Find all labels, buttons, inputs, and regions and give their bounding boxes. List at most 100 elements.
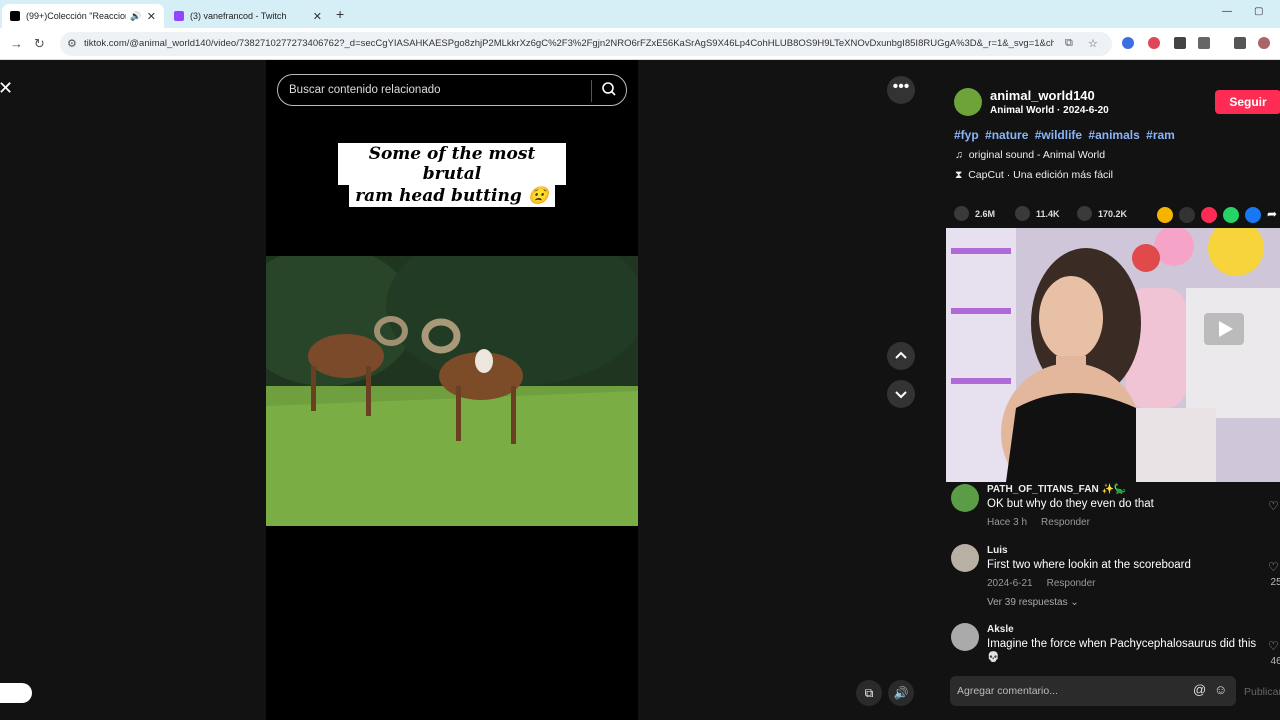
comment-heart-icon[interactable]: ♡ [1268, 560, 1279, 574]
minimize-icon[interactable]: — [1222, 6, 1232, 17]
save-stat[interactable]: 170.2K [1077, 206, 1127, 221]
twitch-icon [174, 11, 184, 21]
send-icon[interactable] [1201, 207, 1217, 223]
site-info-icon[interactable]: ⚙ [67, 37, 77, 50]
comment-like-count: 25.8 [1270, 577, 1280, 588]
whatsapp-icon[interactable] [1223, 207, 1239, 223]
bookmark-icon [1077, 206, 1092, 221]
new-tab-button[interactable]: + [336, 6, 344, 22]
commenter-avatar[interactable] [951, 544, 979, 572]
extension-icon[interactable] [1148, 37, 1160, 49]
music-note-icon: ♫ [955, 149, 963, 161]
hashtag-link[interactable]: #fyp [954, 128, 979, 142]
floating-player-button[interactable]: ⧉ [856, 680, 882, 706]
previous-video-button[interactable] [887, 342, 915, 370]
repost-icon[interactable] [1157, 207, 1173, 223]
tab-search-icon[interactable] [1234, 37, 1246, 49]
author-username[interactable]: animal_world140 [990, 88, 1095, 103]
pen-icon[interactable] [1174, 37, 1186, 49]
capcut-row[interactable]: ⧗ CapCut · Una edición más fácil [955, 169, 1113, 182]
sound-label: original sound - Animal World [968, 149, 1106, 161]
comment-time: Hace 3 h [987, 517, 1028, 528]
webcam-overlay [946, 228, 1280, 482]
close-tab-icon[interactable]: ✕ [313, 10, 322, 23]
facebook-icon[interactable] [1245, 207, 1261, 223]
reply-button[interactable]: Responder [1047, 578, 1096, 589]
bookmark-star-icon[interactable]: ☆ [1088, 37, 1098, 50]
capcut-label: CapCut · Una edición más fácil [968, 169, 1113, 181]
author-avatar[interactable] [954, 88, 982, 116]
extensions-puzzle-icon[interactable] [1198, 37, 1210, 49]
sound-row[interactable]: ♫ original sound - Animal World [955, 149, 1105, 161]
search-placeholder: Buscar contenido relacionado [289, 84, 441, 96]
close-video-icon[interactable]: ✕ [0, 78, 13, 99]
share-arrow-icon[interactable]: ➦ [1267, 207, 1280, 223]
tab-twitch[interactable]: (3) vanefrancod - Twitch ✕ [166, 4, 330, 28]
video-caption: Some of the most brutal ram head butting… [338, 143, 566, 207]
author-subtitle: Animal World · 2024-6-20 [990, 105, 1109, 116]
emoji-icon[interactable]: ☺ [1214, 682, 1227, 697]
install-icon[interactable]: ⧉ [1065, 37, 1073, 50]
comment-icon [1015, 206, 1030, 221]
comment-heart-icon[interactable]: ♡ [1268, 639, 1279, 653]
browser-tab-strip: (99+)Colección "Reaccionar" 🔊 ✕ (3) vane… [0, 0, 1280, 28]
tab-title: (99+)Colección "Reaccionar" [26, 11, 126, 21]
like-stat[interactable]: 2.6M [954, 206, 995, 221]
search-divider [591, 80, 592, 102]
comment-like-count: 46.4 [1270, 656, 1280, 667]
tiktok-page: ✕ Buscar contenido relacionado Some of t… [0, 60, 1280, 720]
comment-like-count: 0 [1260, 516, 1280, 527]
hashtag-link[interactable]: #animals [1088, 128, 1139, 142]
hashtag-list: #fyp #nature #wildlife #animals #ram [954, 128, 1178, 142]
follow-button[interactable]: Seguir [1215, 90, 1280, 114]
commenter-name[interactable]: PATH_OF_TITANS_FAN ✨🦕 [987, 484, 1126, 495]
comment-text: First two where lookin at the scoreboard [987, 559, 1191, 571]
volume-button[interactable]: 🔊 [888, 680, 914, 706]
commenter-name[interactable]: Aksle [987, 624, 1014, 635]
close-tab-icon[interactable]: ✕ [147, 10, 156, 23]
address-bar-row: → ↻ ⚙ tiktok.com/@animal_world140/video/… [0, 28, 1280, 60]
chevron-up-icon [895, 351, 907, 359]
profile-avatar[interactable] [1258, 37, 1270, 49]
comment-time: 2024-6-21 [987, 578, 1033, 589]
tab-title: (3) vanefrancod - Twitch [190, 11, 287, 21]
commenter-avatar[interactable] [951, 484, 979, 512]
post-comment-button[interactable]: Publicar [1244, 686, 1280, 698]
scroll-toggle[interactable] [0, 683, 32, 703]
save-count: 170.2K [1098, 208, 1128, 219]
url-text: tiktok.com/@animal_world140/video/738271… [84, 38, 1054, 49]
hashtag-link[interactable]: #nature [985, 128, 1028, 142]
hashtag-link[interactable]: #ram [1146, 128, 1175, 142]
search-icon[interactable] [601, 81, 617, 97]
comment-emoji: 💀 [987, 652, 1000, 663]
tiktok-icon [10, 11, 20, 21]
comment-input[interactable]: Agregar comentario... @ ☺ [950, 676, 1236, 706]
view-replies-button[interactable]: Ver 39 respuestas ⌄ [987, 597, 1079, 608]
video-frame-rams [266, 256, 638, 526]
extension-icon[interactable] [1122, 37, 1134, 49]
capcut-icon: ⧗ [955, 169, 963, 181]
commenter-avatar[interactable] [951, 623, 979, 651]
related-search-input[interactable]: Buscar contenido relacionado [277, 74, 627, 106]
caption-line-1: Some of the most brutal [338, 143, 566, 185]
more-options-button[interactable]: ••• [887, 76, 915, 104]
reply-button[interactable]: Responder [1041, 517, 1090, 528]
heart-icon [954, 206, 969, 221]
maximize-icon[interactable]: ▢ [1254, 6, 1263, 17]
comment-text: Imagine the force when Pachycephalosauru… [987, 638, 1257, 650]
like-count: 2.6M [975, 208, 996, 219]
reload-icon[interactable]: ↻ [34, 36, 45, 52]
comment-stat[interactable]: 11.4K [1015, 206, 1060, 221]
comment-placeholder: Agregar comentario... [957, 685, 1058, 697]
forward-icon[interactable]: → [10, 36, 23, 51]
hashtag-link[interactable]: #wildlife [1035, 128, 1082, 142]
comment-heart-icon[interactable]: ♡ [1268, 499, 1279, 513]
tab-tiktok[interactable]: (99+)Colección "Reaccionar" 🔊 ✕ [2, 4, 164, 28]
embed-icon[interactable] [1179, 207, 1195, 223]
commenter-name[interactable]: Luis [987, 545, 1008, 556]
next-video-button[interactable] [887, 380, 915, 408]
speaker-icon: 🔊 [130, 10, 142, 21]
caption-line-2: ram head butting 😟 [349, 185, 555, 207]
mention-icon[interactable]: @ [1193, 682, 1206, 697]
url-field[interactable]: ⚙ tiktok.com/@animal_world140/video/7382… [60, 32, 1112, 56]
